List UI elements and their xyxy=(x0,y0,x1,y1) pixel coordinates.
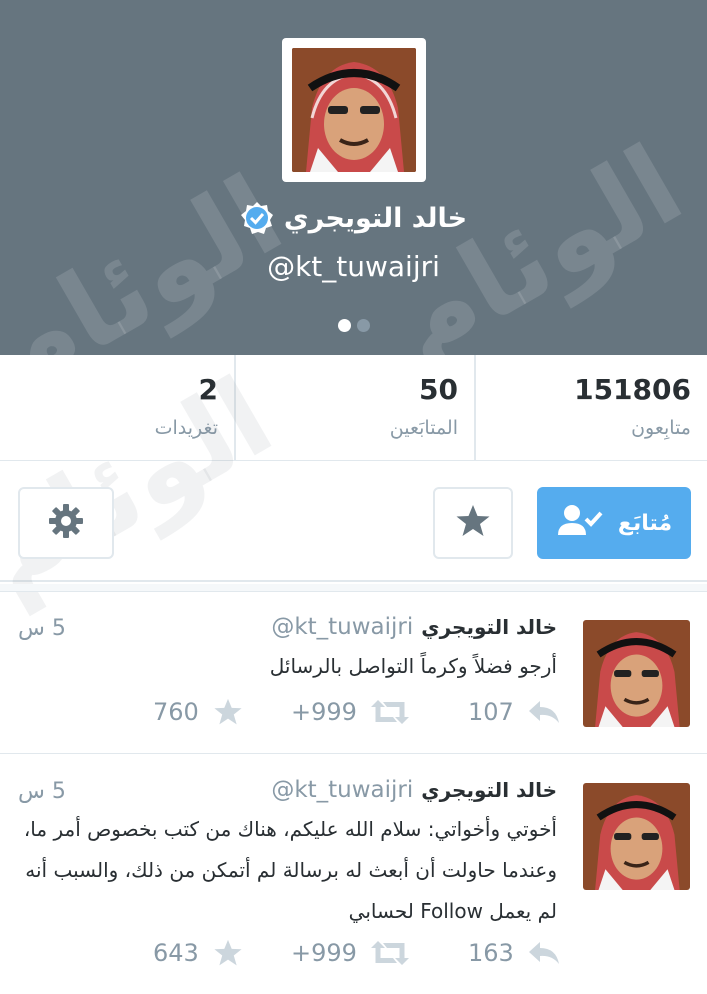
tweet-actions: 107 999+ 760 xyxy=(0,698,707,738)
star-icon xyxy=(455,504,491,542)
tweet-author-handle[interactable]: @kt_tuwaijri xyxy=(271,614,413,640)
tweet-item[interactable]: خالد التويجري @kt_tuwaijri 5 س أرجو فضلا… xyxy=(0,592,707,754)
profile-avatar[interactable] xyxy=(282,38,426,182)
avatar-photo xyxy=(292,48,416,172)
profile-stats: 151806 متابِعون 50 المتابَعين 2 تغريدات xyxy=(0,355,707,461)
page-indicator[interactable] xyxy=(0,319,707,332)
profile-header: الوئام الوئام خالد التويجري @kt_tuwaijri xyxy=(0,0,707,355)
stat-following-value: 50 xyxy=(419,373,458,406)
stat-followers-value: 151806 xyxy=(574,373,691,406)
tweet-author-name[interactable]: خالد التويجري xyxy=(421,778,557,802)
stat-followers[interactable]: 151806 متابِعون xyxy=(474,355,707,461)
user-check-icon xyxy=(556,503,604,543)
tweet-timestamp: 5 س xyxy=(18,616,66,641)
reply-icon xyxy=(528,940,560,966)
tweet-text: أرجو فضلاً وكرماً التواصل بالرسائل xyxy=(269,654,557,678)
tweet-text: أخوتي وأخواتي: سلام الله عليكم، هناك من … xyxy=(23,817,557,923)
reply-icon xyxy=(528,699,560,725)
tweet-author-handle[interactable]: @kt_tuwaijri xyxy=(271,777,413,803)
retweet-count: 999+ xyxy=(291,939,357,967)
reply-count: 163 xyxy=(468,939,514,967)
following-button-label: مُتابَع xyxy=(617,510,673,536)
favorite-count: 643 xyxy=(153,939,199,967)
stat-tweets-value: 2 xyxy=(198,373,218,406)
favorite-button[interactable]: 760 xyxy=(153,698,243,726)
stat-tweets[interactable]: 2 تغريدات xyxy=(0,355,234,461)
stat-following-label: المتابَعين xyxy=(389,417,458,439)
tweet-avatar[interactable] xyxy=(583,783,690,890)
star-icon xyxy=(213,939,243,967)
favorite-list-button[interactable] xyxy=(433,487,513,559)
retweet-button[interactable]: 999+ xyxy=(291,698,409,726)
tweet-author-name[interactable]: خالد التويجري xyxy=(421,615,557,639)
settings-button[interactable] xyxy=(18,487,114,559)
favorite-count: 760 xyxy=(153,698,199,726)
tweet-timestamp: 5 س xyxy=(18,779,66,804)
star-icon xyxy=(213,698,243,726)
verified-badge-icon xyxy=(240,201,274,235)
avatar-photo xyxy=(583,783,690,890)
favorite-button[interactable]: 643 xyxy=(153,939,243,967)
stat-following[interactable]: 50 المتابَعين xyxy=(234,355,474,461)
retweet-button[interactable]: 999+ xyxy=(291,939,409,967)
retweet-count: 999+ xyxy=(291,698,357,726)
reply-count: 107 xyxy=(468,698,514,726)
retweet-icon xyxy=(370,699,409,725)
section-divider xyxy=(0,584,707,592)
page-dot-2[interactable] xyxy=(356,319,370,332)
gear-icon xyxy=(48,503,84,543)
stat-followers-label: متابِعون xyxy=(631,417,691,439)
following-button[interactable]: مُتابَع xyxy=(537,487,691,559)
profile-actions: الوئام مُتابَع xyxy=(0,353,707,619)
page-dot-1[interactable] xyxy=(337,319,351,332)
reply-button[interactable]: 107 xyxy=(468,698,560,726)
tweet-item[interactable]: خالد التويجري @kt_tuwaijri 5 س أخوتي وأخ… xyxy=(0,755,707,994)
retweet-icon xyxy=(370,940,409,966)
profile-handle: @kt_tuwaijri xyxy=(267,250,440,283)
reply-button[interactable]: 163 xyxy=(468,939,560,967)
profile-display-name: خالد التويجري xyxy=(283,202,468,234)
stat-tweets-label: تغريدات xyxy=(154,417,218,439)
tweet-actions: 163 999+ 643 xyxy=(0,939,707,979)
